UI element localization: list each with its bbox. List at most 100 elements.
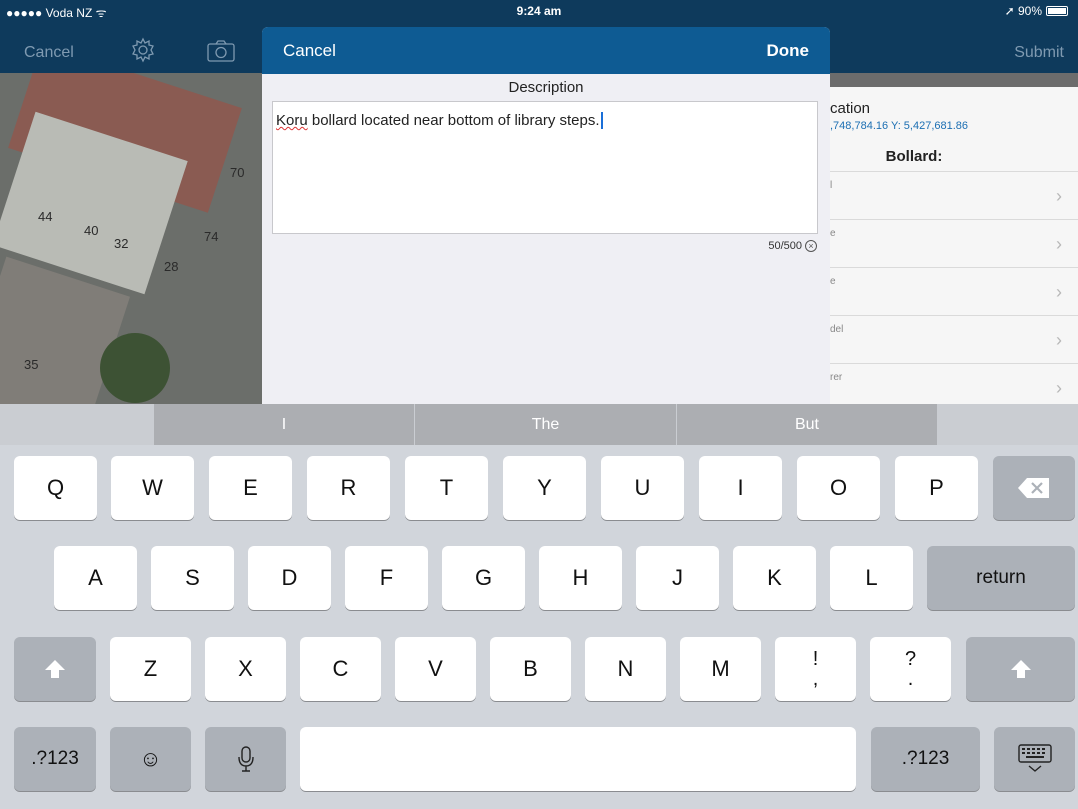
description-modal: Cancel Done Description Koru bollard loc…	[262, 27, 830, 404]
key-exclaim-comma[interactable]: ! ,	[775, 637, 856, 701]
attribute-row[interactable]: del ›	[828, 315, 1078, 363]
misspelled-word: Koru	[276, 112, 308, 129]
shift-key-left[interactable]	[14, 637, 96, 701]
key-t[interactable]: T	[405, 456, 488, 520]
key-g[interactable]: G	[442, 546, 525, 610]
photo-strip	[828, 73, 1078, 87]
key-x[interactable]: X	[205, 637, 286, 701]
attribute-label: e	[830, 228, 836, 239]
modal-header: Cancel Done	[262, 27, 830, 74]
chevron-right-icon: ›	[1056, 282, 1062, 302]
key-c[interactable]: C	[300, 637, 381, 701]
description-title: Description	[508, 79, 584, 96]
map-label: 40	[84, 223, 99, 238]
battery-indicator: ➚ 90%	[1005, 4, 1068, 18]
backspace-key[interactable]	[993, 456, 1075, 520]
map-label: 28	[164, 259, 179, 274]
key-bottom-label: ,	[812, 668, 819, 690]
key-r[interactable]: R	[307, 456, 390, 520]
key-a[interactable]: A	[54, 546, 137, 610]
emoji-key[interactable]: ☺	[110, 727, 191, 791]
attribute-label: e	[830, 276, 836, 287]
dictation-key[interactable]	[205, 727, 286, 791]
keyboard-hide-icon	[1017, 744, 1052, 772]
key-f[interactable]: F	[345, 546, 428, 610]
character-counter: 50/500 ×	[768, 240, 817, 252]
key-j[interactable]: J	[636, 546, 719, 610]
location-coordinates: ,748,784.16 Y: 5,427,681.86	[830, 120, 969, 132]
done-button[interactable]: Done	[767, 41, 810, 61]
toolbar-cancel-button[interactable]: Cancel	[24, 44, 74, 62]
submit-button[interactable]: Submit	[1014, 44, 1064, 62]
attribute-label: del	[830, 324, 844, 335]
modal-cancel-button[interactable]: Cancel	[283, 41, 336, 61]
key-v[interactable]: V	[395, 637, 476, 701]
suggestion-bar: I The But	[0, 404, 1078, 445]
key-y[interactable]: Y	[503, 456, 586, 520]
map-label: 32	[114, 236, 129, 251]
key-n[interactable]: N	[585, 637, 666, 701]
attribute-label: l	[830, 180, 833, 191]
key-b[interactable]: B	[490, 637, 571, 701]
attribute-label: rer	[830, 372, 843, 383]
map-label: 44	[38, 209, 53, 224]
key-p[interactable]: P	[895, 456, 978, 520]
text-caret	[600, 112, 603, 129]
feature-heading: Bollard:	[885, 148, 943, 165]
map-label: 74	[204, 229, 219, 244]
microphone-icon	[237, 746, 254, 772]
attribute-row[interactable]: e ›	[828, 219, 1078, 267]
attribute-row[interactable]: e ›	[828, 267, 1078, 315]
key-top-label: !	[812, 648, 819, 670]
numbers-key-right[interactable]: .?123	[871, 727, 980, 791]
key-d[interactable]: D	[248, 546, 331, 610]
key-z[interactable]: Z	[110, 637, 191, 701]
chevron-right-icon: ›	[1056, 330, 1062, 350]
battery-icon	[1046, 6, 1068, 16]
key-m[interactable]: M	[680, 637, 761, 701]
key-i[interactable]: I	[699, 456, 782, 520]
clear-icon[interactable]: ×	[805, 240, 817, 252]
key-l[interactable]: L	[830, 546, 913, 610]
key-w[interactable]: W	[111, 456, 194, 520]
battery-label: ➚ 90%	[1004, 4, 1042, 18]
map-view[interactable]: 70 44 40 32 74 28 35	[0, 73, 262, 404]
camera-icon[interactable]	[207, 40, 235, 62]
suggestion-item[interactable]: The	[415, 404, 676, 445]
status-time: 9:24 am	[516, 4, 562, 18]
description-text: bollard located near bottom of library s…	[307, 112, 600, 129]
key-o[interactable]: O	[797, 456, 880, 520]
key-e[interactable]: E	[209, 456, 292, 520]
details-panel: cation ,748,784.16 Y: 5,427,681.86 Bolla…	[828, 73, 1078, 404]
map-tree	[100, 333, 170, 403]
numbers-key-left[interactable]: .?123	[14, 727, 96, 791]
shift-icon	[1010, 660, 1031, 678]
key-s[interactable]: S	[151, 546, 234, 610]
key-bottom-label: .	[907, 668, 914, 690]
counter-label: 50/500	[768, 240, 802, 252]
key-top-label: ?	[904, 648, 917, 670]
space-key[interactable]	[300, 727, 856, 791]
key-q[interactable]: Q	[14, 456, 97, 520]
location-title: cation	[830, 100, 871, 117]
backspace-icon	[1018, 478, 1049, 498]
key-u[interactable]: U	[601, 456, 684, 520]
description-textarea[interactable]: Koru bollard located near bottom of libr…	[272, 101, 818, 234]
keyboard: I The But Q W E R T Y U I O P A S D F G …	[0, 404, 1078, 809]
chevron-right-icon: ›	[1056, 186, 1062, 206]
suggestion-item[interactable]: I	[154, 404, 414, 445]
gear-icon[interactable]	[130, 37, 156, 63]
key-k[interactable]: K	[733, 546, 816, 610]
shift-key-right[interactable]	[966, 637, 1075, 701]
shift-icon	[45, 660, 65, 678]
key-question-period[interactable]: ? .	[870, 637, 951, 701]
hide-keyboard-key[interactable]	[994, 727, 1075, 791]
chevron-right-icon: ›	[1056, 378, 1062, 398]
suggestion-item[interactable]: But	[677, 404, 937, 445]
chevron-right-icon: ›	[1056, 234, 1062, 254]
key-h[interactable]: H	[539, 546, 622, 610]
status-bar: ●●●●● Voda NZ ᯤ 9:24 am ➚ 90%	[0, 0, 1078, 22]
return-key[interactable]: return	[927, 546, 1075, 610]
emoji-icon: ☺	[139, 746, 162, 771]
attribute-row[interactable]: l ›	[828, 171, 1078, 219]
